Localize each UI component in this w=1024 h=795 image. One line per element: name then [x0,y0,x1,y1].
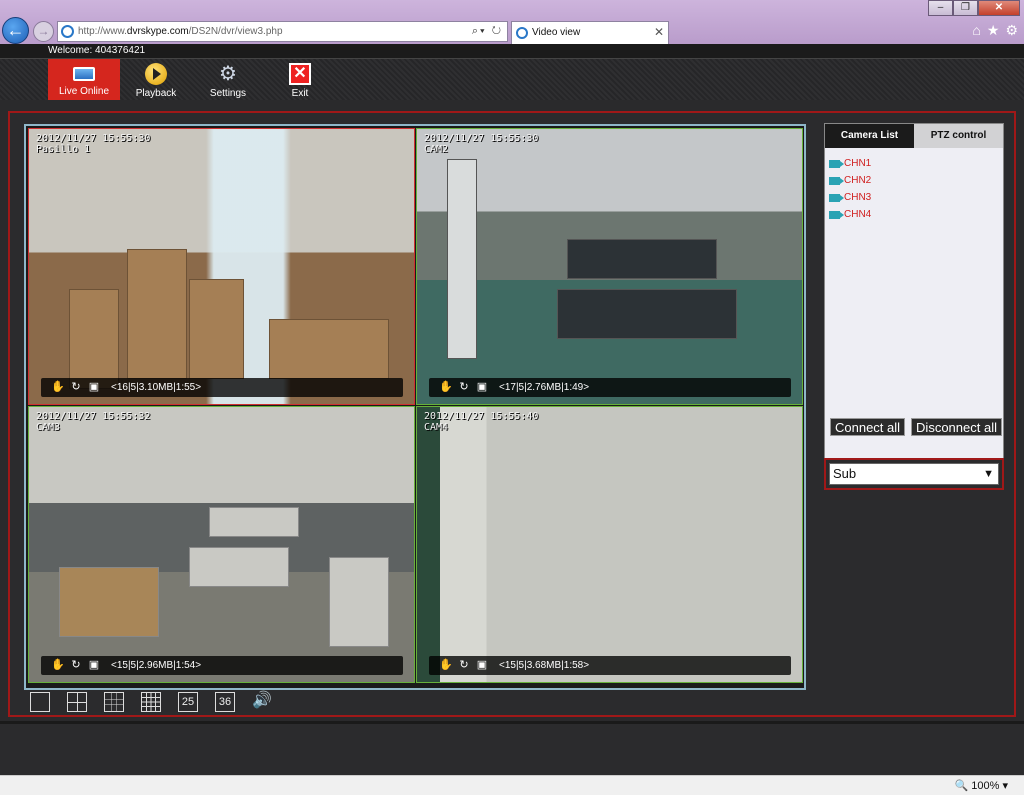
live-online-button[interactable]: Live Online [48,59,120,100]
speaker-icon[interactable]: 🔊 [252,692,272,712]
window-controls: – ❐ ✕ [928,0,1020,16]
minimize-button[interactable]: – [928,0,953,16]
close-window-button[interactable]: ✕ [978,0,1020,16]
camera-view-1[interactable]: 2012/11/27 15:55:30 Pasillo 1 ✋ ↻ ▣ <16|… [28,128,415,405]
camera-feed-image [29,129,414,404]
stream-stats: <16|5|3.10MB|1:55> [111,382,202,393]
ie-icon [61,25,74,38]
browser-tab[interactable]: Video view ✕ [511,21,669,44]
snapshot-icon[interactable]: ▣ [475,381,489,394]
record-icon[interactable]: ✋ [51,659,65,672]
record-icon[interactable]: ✋ [439,381,453,394]
refresh-icon[interactable]: ↻ [69,381,83,394]
record-icon[interactable]: ✋ [439,659,453,672]
maximize-button[interactable]: ❐ [953,0,978,16]
gears-icon: ⚙ [219,63,237,85]
browser-tools: ⌂ ★ ⚙ [972,22,1018,39]
browser-status-bar: 🔍 100% ▾ [0,775,1024,795]
camera-osd: 2012/11/27 15:55:32 CAM3 [36,411,151,433]
camera-feed-image [29,407,414,682]
play-icon [145,63,167,85]
layout-36-button[interactable]: 36 [215,692,235,712]
disconnect-all-button[interactable]: Disconnect all [911,418,1002,436]
camera-view-3[interactable]: 2012/11/27 15:55:32 CAM3 ✋ ↻ ▣ <15|5|2.9… [28,406,415,683]
snapshot-icon[interactable]: ▣ [87,381,101,394]
stream-stats: <17|5|2.76MB|1:49> [499,382,590,393]
welcome-bar: Welcome: 404376421 [0,44,1024,58]
stream-type-select[interactable]: Sub ▼ [824,458,1004,490]
layout-1-icon[interactable] [30,692,50,712]
main-toolbar: Live Online Playback ⚙ Settings ✕ Exit [0,58,1024,100]
camera-icon [829,193,844,202]
video-control-bar: ✋ ↻ ▣ <15|5|2.96MB|1:54> [41,656,403,675]
stream-select-value[interactable]: Sub ▼ [829,463,999,485]
refresh-icon[interactable]: ↻ [457,659,471,672]
monitor-icon [73,67,95,81]
close-x-icon: ✕ [289,63,311,85]
favorites-star-icon[interactable]: ★ [987,22,1000,39]
video-grid: 2012/11/27 15:55:30 Pasillo 1 ✋ ↻ ▣ <16|… [24,124,806,690]
search-refresh-icons[interactable]: ⌕▾ ↻ [472,25,503,38]
settings-button[interactable]: ⚙ Settings [192,59,264,100]
camera-icon [829,159,844,168]
video-control-bar: ✋ ↻ ▣ <16|5|3.10MB|1:55> [41,378,403,397]
connect-all-button[interactable]: Connect all [830,418,906,436]
camera-feed-image [417,407,802,682]
snapshot-icon[interactable]: ▣ [475,659,489,672]
camera-view-4[interactable]: 2012/11/27 15:55:40 CAM4 ✋ ↻ ▣ <15|5|3.6… [416,406,803,683]
video-control-bar: ✋ ↻ ▣ <15|5|3.68MB|1:58> [429,656,791,675]
camera-feed-image [417,129,802,404]
tab-camera-list[interactable]: Camera List [825,124,914,148]
tab-ptz-control[interactable]: PTZ control [914,124,1003,148]
forward-button[interactable]: → [33,21,54,42]
layout-9-icon[interactable] [104,692,124,712]
camera-icon [829,176,844,185]
zoom-level[interactable]: 🔍 100% ▾ [955,779,1008,792]
welcome-text: Welcome: 404376421 [48,45,146,56]
layout-selector: 25 36 🔊 [30,691,272,713]
exit-button[interactable]: ✕ Exit [264,59,336,100]
side-tabs: Camera List PTZ control [825,124,1003,148]
close-tab-icon[interactable]: ✕ [654,25,664,39]
address-url[interactable]: http://www.dvrskype.com/DS2N/dvr/view3.p… [78,26,283,37]
camera-icon [829,210,844,219]
address-bar[interactable]: http://www.dvrskype.com/DS2N/dvr/view3.p… [57,21,508,42]
layout-4-icon[interactable] [67,692,87,712]
camera-osd: 2012/11/27 15:55:40 CAM4 [424,411,539,433]
record-icon[interactable]: ✋ [51,381,65,394]
channel-item[interactable]: CHN3 [829,189,871,206]
snapshot-icon[interactable]: ▣ [87,659,101,672]
ie-icon [516,27,528,39]
channel-item[interactable]: CHN2 [829,172,871,189]
channel-item[interactable]: CHN1 [829,155,871,172]
layout-25-button[interactable]: 25 [178,692,198,712]
playback-button[interactable]: Playback [120,59,192,100]
channel-item[interactable]: CHN4 [829,206,871,223]
camera-view-2[interactable]: 2012/11/27 15:55:30 CAM2 ✋ ↻ ▣ <17|5|2.7… [416,128,803,405]
refresh-icon[interactable]: ↻ [457,381,471,394]
channel-list: CHN1 CHN2 CHN3 CHN4 [829,155,871,223]
camera-osd: 2012/11/27 15:55:30 Pasillo 1 [36,133,151,155]
stream-stats: <15|5|3.68MB|1:58> [499,660,590,671]
back-button[interactable]: ← [2,17,29,44]
footer-area [0,721,1024,775]
camera-osd: 2012/11/27 15:55:30 CAM2 [424,133,539,155]
main-panel: 2012/11/27 15:55:30 Pasillo 1 ✋ ↻ ▣ <16|… [8,111,1016,717]
home-icon[interactable]: ⌂ [972,22,980,39]
connection-buttons: Connect all Disconnect all [830,418,1002,436]
camera-side-panel: Camera List PTZ control CHN1 CHN2 CHN3 C… [824,123,1004,463]
gear-icon[interactable]: ⚙ [1005,22,1018,39]
browser-chrome: – ❐ ✕ ← → http://www.dvrskype.com/DS2N/d… [0,0,1024,44]
refresh-icon[interactable]: ↻ [69,659,83,672]
video-control-bar: ✋ ↻ ▣ <17|5|2.76MB|1:49> [429,378,791,397]
tab-title: Video view [532,27,581,38]
stream-stats: <15|5|2.96MB|1:54> [111,660,202,671]
chevron-down-icon: ▼ [983,468,994,480]
layout-16-icon[interactable] [141,692,161,712]
